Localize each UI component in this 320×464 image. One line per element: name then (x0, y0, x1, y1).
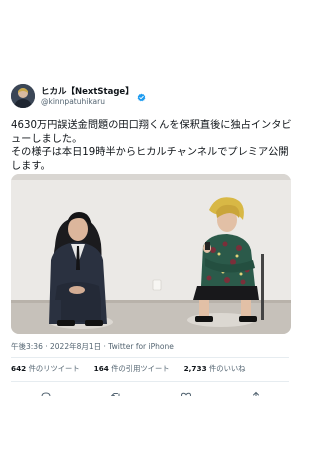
retweets-count: 642 (11, 364, 27, 373)
reply-icon[interactable] (40, 388, 52, 396)
divider-top (11, 357, 289, 358)
tweet-actions (11, 386, 291, 398)
tweet-stats: 642 件のリツイート 164 件の引用ツイート 2,733 件のいいね (11, 364, 291, 376)
likes-label: 件のいいね (209, 364, 246, 373)
tweet-header: ヒカル【NextStage】 @kinnpatuhikaru (11, 84, 291, 110)
retweets-label: 件のリツイート (28, 364, 80, 373)
tweet-time[interactable]: 午後3:36 (11, 342, 43, 351)
avatar[interactable] (11, 84, 35, 108)
verified-badge-icon (137, 87, 146, 101)
interview-photo (11, 174, 291, 334)
quotes-stat[interactable]: 164 件の引用ツイート (94, 364, 170, 376)
likes-stat[interactable]: 2,733 件のいいね (184, 364, 246, 376)
tweet-meta: 午後3:36 · 2022年8月1日 · Twitter for iPhone (11, 341, 291, 353)
tweet-photo[interactable] (11, 174, 291, 334)
share-icon[interactable] (250, 388, 262, 396)
tweet-client[interactable]: Twitter for iPhone (108, 342, 174, 351)
account-name-row: ヒカル【NextStage】 (41, 85, 146, 101)
account-handle[interactable]: @kinnpatuhikaru (41, 97, 105, 106)
tweet-date[interactable]: 2022年8月1日 (50, 342, 101, 351)
likes-count: 2,733 (183, 364, 207, 373)
tweet-text: 4630万円誤送金問題の田口翔くんを保釈直後に独占インタビューしました。 その様… (11, 120, 292, 172)
divider-bottom (11, 381, 289, 382)
retweets-stat[interactable]: 642 件のリツイート (11, 364, 80, 376)
quotes-count: 164 (93, 364, 109, 373)
display-name[interactable]: ヒカル【NextStage】 (41, 85, 134, 97)
meta-separator: · (42, 342, 50, 351)
quotes-label: 件の引用ツイート (111, 364, 170, 373)
tweet-card: ヒカル【NextStage】 @kinnpatuhikaru 4630万円誤送金… (0, 0, 300, 464)
like-icon[interactable] (180, 388, 192, 396)
retweet-icon[interactable] (110, 388, 122, 396)
